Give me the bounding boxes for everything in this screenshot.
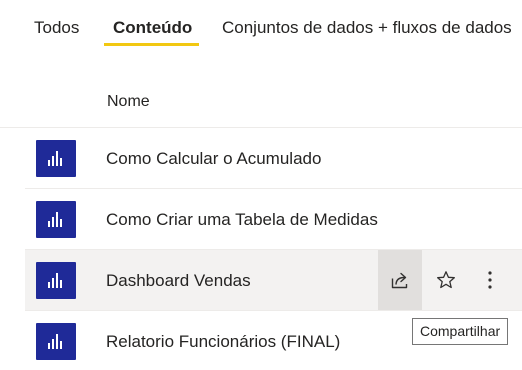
report-bar-chart-icon	[36, 323, 76, 360]
workspace-content-view: Todos Conteúdo Conjuntos de dados + flux…	[0, 0, 522, 370]
content-tabs: Todos Conteúdo Conjuntos de dados + flux…	[0, 0, 522, 56]
list-item[interactable]: Como Calcular o Acumulado	[25, 128, 522, 189]
share-button[interactable]	[378, 250, 422, 310]
report-bar-chart-icon	[36, 201, 76, 238]
list-item[interactable]: Dashboard Vendas	[25, 250, 522, 311]
star-outline-icon	[437, 271, 455, 289]
more-options-button[interactable]	[468, 250, 512, 310]
item-name[interactable]: Relatorio Funcionários (FINAL)	[106, 331, 340, 353]
item-name[interactable]: Dashboard Vendas	[106, 270, 251, 292]
tab-conjuntos-de-dados[interactable]: Conjuntos de dados + fluxos de dados	[222, 17, 512, 39]
list-item[interactable]: Como Criar uma Tabela de Medidas	[25, 189, 522, 250]
tab-todos[interactable]: Todos	[34, 17, 79, 39]
report-bar-chart-icon	[36, 140, 76, 177]
active-tab-indicator	[104, 43, 199, 46]
tab-conteudo[interactable]: Conteúdo	[113, 17, 192, 39]
list-header: Nome	[0, 79, 522, 128]
item-name[interactable]: Como Calcular o Acumulado	[106, 148, 321, 170]
share-tooltip: Compartilhar	[412, 318, 509, 345]
report-bar-chart-icon	[36, 262, 76, 299]
item-name[interactable]: Como Criar uma Tabela de Medidas	[106, 209, 378, 231]
favorite-button[interactable]	[424, 250, 468, 310]
column-header-nome[interactable]: Nome	[107, 92, 150, 112]
share-icon	[391, 272, 408, 289]
more-vertical-icon	[488, 271, 492, 289]
